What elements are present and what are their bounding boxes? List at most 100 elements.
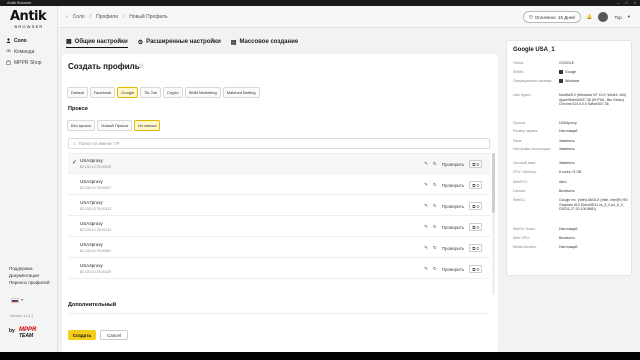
refresh-icon[interactable]: ↻ [433, 161, 437, 167]
proxy-mode-chip[interactable]: Новый Прокси [97, 120, 133, 131]
refresh-icon[interactable]: ↻ [433, 203, 437, 209]
back-chevron-icon[interactable]: ‹ [66, 14, 68, 20]
refresh-icon[interactable]: ↻ [433, 266, 437, 272]
summary-value: Включить [559, 236, 575, 240]
summary-key: Прокси: [513, 121, 526, 125]
page-title: Создать профиль [68, 62, 140, 71]
proxy-name: USA4proxy [80, 158, 103, 163]
summary-value: Настоящий [559, 227, 578, 231]
check-proxy-button[interactable]: Проверить [442, 204, 465, 209]
proxy-list-scrollbar[interactable] [492, 153, 495, 295]
logo-subtext: BROWSER [14, 24, 44, 29]
tab-advanced-settings[interactable]: ⚙ Расширенные настройки [138, 38, 221, 48]
profile-count-badge: ⧉ 0 [469, 265, 482, 273]
sidebar-item-team[interactable]: Команда [4, 47, 54, 56]
clock-icon: ◷ [528, 14, 533, 19]
proxy-row[interactable]: USA7proxy 82.130.10.75:20123 ✎ ↻ Провери… [68, 196, 490, 216]
summary-key: Операционная система: [513, 79, 553, 83]
sidebar-item-shop[interactable]: MPPR Shop [4, 58, 54, 67]
transfer-profiles-link[interactable]: Перенос профилей [9, 280, 50, 285]
bell-icon[interactable]: 🔔 [587, 14, 593, 20]
proxy-row[interactable]: USA4proxy 82.130.10.75:20132 ✎ ↻ Провери… [68, 217, 490, 237]
tab-general-settings[interactable]: ▦ Общие настройки [66, 38, 128, 48]
user-name[interactable]: Top [614, 15, 621, 20]
proxy-ip: 82.130.10.75:20351 [80, 249, 112, 253]
settings-tabs: ▦ Общие настройки ⚙ Расширенные настройк… [66, 38, 298, 48]
refresh-icon[interactable]: ↻ [433, 224, 437, 230]
profile-count-badge: ⧉ 0 [469, 160, 482, 168]
docs-link[interactable]: Документация [9, 273, 39, 278]
support-link[interactable]: Поддержка [9, 266, 32, 271]
check-proxy-button[interactable]: Проверить [442, 225, 465, 230]
profile-count: 0 [476, 203, 479, 209]
copy-icon: ⧉ [472, 245, 476, 251]
summary-key: Canvas: [513, 189, 526, 193]
summary-key: Web GPU: [513, 236, 530, 240]
check-proxy-button[interactable]: Проверить [442, 267, 465, 272]
platform-chip[interactable]: SMM Marketing [184, 87, 221, 98]
proxy-row[interactable]: USA4proxy 82.130.10.75:20407 ✎ ↻ Провери… [68, 175, 490, 195]
proxy-row[interactable]: USA4proxy 82.130.10.75:20351 ✎ ↻ Провери… [68, 238, 490, 258]
check-proxy-button[interactable]: Проверить [442, 183, 465, 188]
chevron-down-icon[interactable]: ▾ [21, 297, 23, 302]
copy-icon: ⧉ [472, 203, 476, 209]
divider [68, 313, 490, 314]
proxy-name: USA4proxy [80, 179, 103, 184]
proxy-search-input[interactable]: ⌕ Поиск по имени / IP [68, 138, 490, 149]
plan-badge[interactable]: ◷ Оплачено: 15 Дней [522, 11, 581, 23]
ru-flag-icon[interactable] [11, 298, 19, 303]
chevron-down-icon[interactable]: ▾ [628, 14, 630, 20]
edit-icon[interactable]: ✎ [424, 182, 428, 188]
breadcrumb-item[interactable]: Соло [73, 14, 85, 20]
star-icon[interactable]: ☆ [138, 62, 144, 70]
summary-value: Включить [559, 189, 575, 193]
edit-icon[interactable]: ✎ [424, 203, 428, 209]
cancel-button[interactable]: Cancel [100, 330, 128, 340]
check-proxy-button[interactable]: Проверить [442, 162, 465, 167]
platform-chip[interactable]: Google [117, 87, 139, 98]
proxy-actions: ✎ ↻ Проверить ⧉ 0 [424, 223, 482, 231]
proxy-name: USA4proxy [80, 242, 103, 247]
summary-key: WebGL: [513, 198, 526, 202]
search-icon: ⌕ [73, 141, 76, 146]
logo-text: Antik [10, 9, 47, 24]
summary-key: Настройки геолокации: [513, 147, 551, 151]
summary-key: Часовой пояс: [513, 161, 537, 165]
proxy-actions: ✎ ↻ Проверить ⧉ 0 [424, 265, 482, 273]
profile-count: 0 [476, 161, 479, 167]
proxy-row[interactable]: ✓ USA4proxy 82.130.10.75:20000 ✎ ↻ Прове… [68, 154, 490, 174]
proxy-ip: 82.130.10.75:20123 [80, 207, 112, 211]
summary-value: Google [565, 70, 577, 74]
refresh-icon[interactable]: ↻ [433, 245, 437, 251]
avatar[interactable] [598, 12, 609, 22]
proxy-mode-chip[interactable]: Из списка [134, 120, 161, 131]
proxy-name: USA4proxy [80, 263, 103, 268]
additional-section-title[interactable]: Дополнительный [68, 302, 116, 308]
summary-value: Заменить [559, 147, 575, 151]
top-header: ‹ Соло / Профили / Новый Профиль ◷ Оплач… [58, 6, 640, 28]
edit-icon[interactable]: ✎ [424, 245, 428, 251]
platform-chip[interactable]: Facebook [89, 87, 116, 98]
proxy-row[interactable]: USA4proxy 82.130.10.75:20119 ✎ ↻ Провери… [68, 259, 490, 279]
check-proxy-button[interactable]: Проверить [442, 246, 465, 251]
create-button[interactable]: Создать [68, 330, 96, 340]
windows-icon [559, 79, 563, 83]
sidebar-item-solo[interactable]: Соло [4, 36, 54, 45]
edit-icon[interactable]: ✎ [424, 224, 428, 230]
platform-chip[interactable]: Crypto [162, 87, 183, 98]
refresh-icon[interactable]: ↻ [433, 182, 437, 188]
edit-icon[interactable]: ✎ [424, 161, 428, 167]
tab-label: Массовое создание [239, 39, 299, 45]
proxy-mode-chip[interactable]: Без прокси [67, 120, 96, 131]
platform-chip[interactable]: Default [67, 87, 88, 98]
breadcrumb-item[interactable]: Профили [96, 14, 118, 20]
summary-value: Windows [565, 79, 580, 83]
breadcrumb-item: Новый Профиль [129, 14, 168, 20]
platform-chip[interactable]: Matched Betting [222, 87, 260, 98]
proxy-actions: ✎ ↻ Проверить ⧉ 0 [424, 181, 482, 189]
edit-icon[interactable]: ✎ [424, 266, 428, 272]
profile-count-badge: ⧉ 0 [469, 244, 482, 252]
summary-key: CPU / Memory: [513, 170, 537, 174]
platform-chip[interactable]: Tik-Tok [140, 87, 161, 98]
tab-bulk-create[interactable]: ▤ Массовое создание [231, 38, 298, 48]
